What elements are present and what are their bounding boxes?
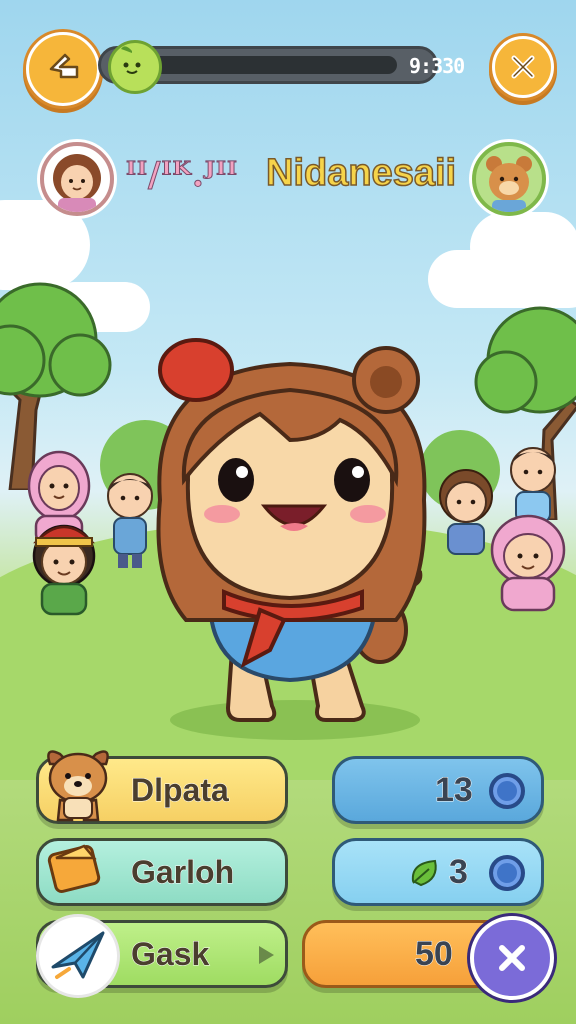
coin-icon	[489, 855, 525, 891]
opponent-avatar[interactable]	[472, 142, 546, 216]
play-arrow-icon	[259, 946, 274, 964]
main-character[interactable]	[140, 330, 440, 730]
paper-plane-icon	[51, 931, 105, 979]
back-button[interactable]	[26, 32, 100, 106]
player-avatar[interactable]	[40, 142, 114, 216]
timer-text: 9:330	[409, 54, 465, 78]
menu-button-label: Garloh	[130, 854, 235, 891]
menu-button-label: Dlpata	[131, 772, 230, 809]
child-red-hat	[32, 524, 96, 616]
leaf-icon	[411, 859, 437, 887]
close-button[interactable]	[492, 36, 554, 98]
card-icon	[47, 844, 101, 893]
game-screen: 9:330 ᴵᴵ/ᴵᴷ.ᴶᴵᴵ Nidanesaii Dlpata Garloh…	[0, 0, 576, 1024]
close-icon	[499, 945, 525, 971]
timer-track	[149, 56, 397, 74]
cloud-right-top	[470, 212, 576, 282]
puppy-icon	[47, 750, 109, 822]
leaf-counter: 3	[332, 838, 544, 906]
girl-avatar-icon	[53, 154, 101, 212]
energy-value: 50	[415, 935, 454, 974]
sprout-mascot-icon	[108, 40, 162, 94]
title-glyphs: ᴵᴵ/ᴵᴷ.ᴶᴵᴵ	[125, 155, 239, 196]
close-icon	[511, 55, 535, 79]
coin-count: 13	[435, 771, 474, 810]
coin-counter: 13	[332, 756, 544, 824]
bear-avatar-icon	[486, 156, 532, 212]
coin-icon	[489, 773, 525, 809]
back-arrow-icon	[49, 53, 79, 79]
title-name: Nidanesaii	[265, 151, 457, 195]
leaf-count: 3	[449, 853, 469, 892]
paper-plane-badge	[36, 914, 120, 998]
child-pink-hood	[490, 514, 566, 612]
menu-button-label: Gask	[130, 936, 210, 973]
cancel-button[interactable]	[470, 916, 554, 1000]
